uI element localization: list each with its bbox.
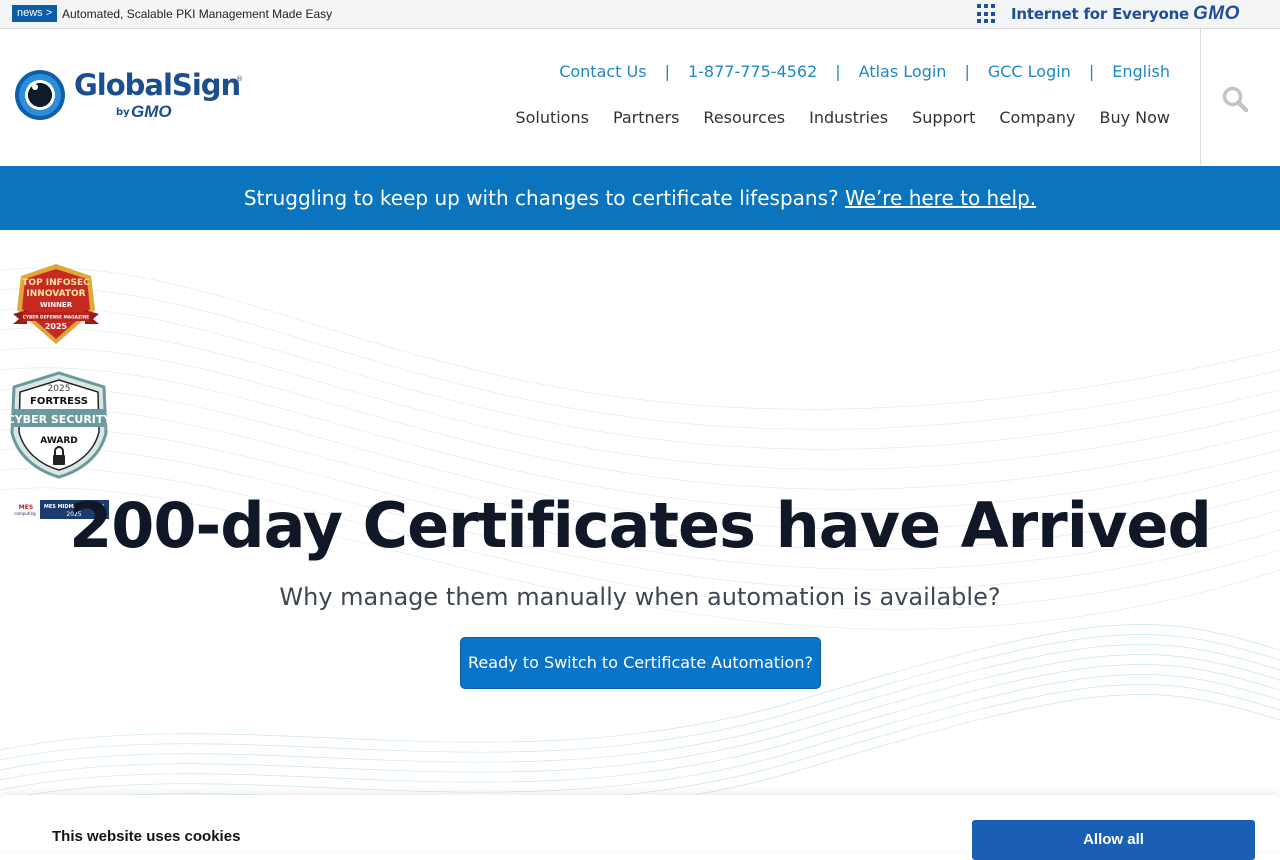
- cookie-consent-banner: This website uses cookies Allow all: [0, 795, 1280, 860]
- gmo-logo[interactable]: GMO: [1193, 3, 1240, 25]
- nav-separator: |: [664, 62, 670, 81]
- nav-item-company[interactable]: Company: [999, 106, 1075, 130]
- nav-item-support[interactable]: Support: [912, 106, 975, 130]
- award1-line1: TOP INFOSEC: [22, 278, 90, 288]
- nav-item-partners[interactable]: Partners: [613, 106, 679, 130]
- nav-item-resources[interactable]: Resources: [703, 106, 785, 130]
- logo-gmo-text: GMO: [131, 102, 172, 121]
- announcement-link[interactable]: We’re here to help.: [845, 186, 1036, 210]
- nav-separator: |: [964, 62, 970, 81]
- news-badge[interactable]: news >: [12, 5, 58, 22]
- internet-for-everyone-tagline[interactable]: Internet for Everyone: [1011, 3, 1189, 25]
- phone-link[interactable]: 1-877-775-4562: [688, 60, 817, 84]
- hero-subtitle: Why manage them manually when automation…: [279, 583, 1001, 611]
- search-icon[interactable]: [1222, 86, 1248, 112]
- certificate-automation-cta-button[interactable]: Ready to Switch to Certificate Automatio…: [460, 637, 821, 689]
- nav-item-solutions[interactable]: Solutions: [515, 106, 589, 130]
- award1-line4: CYBER DEFENSE MAGAZINE: [23, 315, 90, 321]
- fortress-cyber-security-award-badge: 2025 FORTRESS CYBER SECURITY AWARD: [8, 371, 110, 479]
- atlas-login-link[interactable]: Atlas Login: [859, 60, 947, 84]
- logo-wordmark: GlobalSign: [74, 68, 241, 102]
- nav-item-industries[interactable]: Industries: [809, 106, 888, 130]
- nav-separator: |: [1088, 62, 1095, 81]
- utility-nav: Contact Us | 1-877-775-4562 | Atlas Logi…: [559, 60, 1170, 84]
- award1-line2: INNOVATOR: [26, 289, 85, 299]
- nav-separator: |: [835, 62, 841, 81]
- top-news-bar: news > Automated, Scalable PKI Managemen…: [0, 0, 1280, 29]
- language-selector[interactable]: English: [1112, 60, 1170, 84]
- contact-us-link[interactable]: Contact Us: [559, 60, 646, 84]
- award2-line3: AWARD: [40, 436, 77, 446]
- logo-registered-mark: ®: [236, 75, 243, 83]
- award2-line1: FORTRESS: [30, 396, 88, 407]
- gcc-login-link[interactable]: GCC Login: [988, 60, 1071, 84]
- site-header: GlobalSign ® by GMO Contact Us | 1-877-7…: [0, 29, 1280, 165]
- news-headline-link[interactable]: Automated, Scalable PKI Management Made …: [62, 6, 332, 22]
- top-infosec-innovator-award-badge: TOP INFOSEC INNOVATOR WINNER CYBER DEFEN…: [13, 264, 99, 344]
- allow-all-cookies-button[interactable]: Allow all: [972, 820, 1255, 860]
- nav-item-buy-now[interactable]: Buy Now: [1099, 106, 1170, 130]
- main-nav: Solutions Partners Resources Industries …: [491, 106, 1170, 130]
- award1-line3: WINNER: [40, 301, 73, 309]
- award2-line2: CYBER SECURITY: [8, 413, 110, 426]
- cookie-banner-title: This website uses cookies: [52, 828, 241, 845]
- announcement-text: Struggling to keep up with changes to ce…: [243, 186, 839, 210]
- award1-year: 2025: [45, 322, 68, 331]
- hero-title: 200-day Certificates have Arrived: [69, 489, 1212, 562]
- globalsign-eye-icon: [15, 70, 65, 120]
- logo-by-text: by: [116, 107, 130, 118]
- award2-year: 2025: [48, 384, 71, 394]
- search-toggle[interactable]: [1200, 29, 1280, 165]
- gmo-grid-icon: [977, 4, 997, 24]
- announcement-banner: Struggling to keep up with changes to ce…: [0, 166, 1280, 230]
